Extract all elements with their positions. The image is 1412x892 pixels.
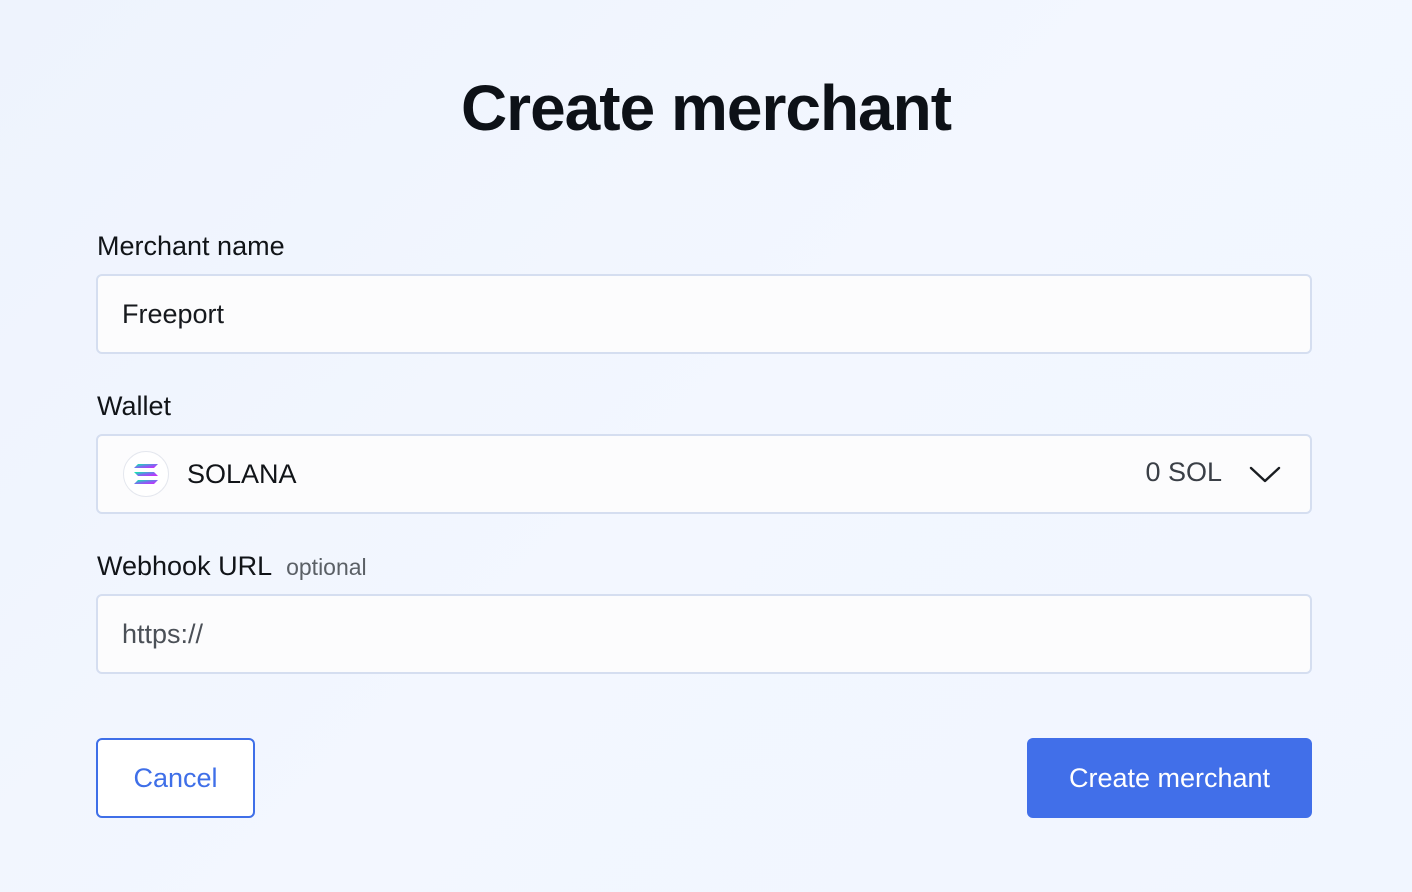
create-merchant-page: Create merchant Merchant name Wallet SOL bbox=[0, 0, 1412, 892]
webhook-url-field[interactable] bbox=[96, 594, 1312, 674]
merchant-name-label: Merchant name bbox=[97, 231, 285, 261]
page-title: Create merchant bbox=[460, 72, 952, 144]
solana-icon bbox=[123, 451, 169, 497]
wallet-label: Wallet bbox=[97, 391, 172, 421]
webhook-url-label: Webhook URL optional bbox=[97, 550, 367, 583]
wallet-select[interactable]: SOLANA 0 SOL bbox=[96, 434, 1312, 514]
wallet-name: SOLANA bbox=[187, 459, 297, 489]
webhook-url-input[interactable] bbox=[122, 596, 1282, 672]
merchant-name-input[interactable] bbox=[122, 276, 1282, 352]
merchant-name-field[interactable] bbox=[96, 274, 1312, 354]
webhook-url-label-text: Webhook URL bbox=[97, 551, 273, 581]
create-merchant-button[interactable]: Create merchant bbox=[1027, 738, 1312, 818]
chevron-down-icon[interactable] bbox=[1248, 460, 1282, 488]
optional-hint: optional bbox=[286, 554, 367, 580]
cancel-button[interactable]: Cancel bbox=[96, 738, 255, 818]
wallet-balance: 0 SOL bbox=[1145, 457, 1222, 487]
